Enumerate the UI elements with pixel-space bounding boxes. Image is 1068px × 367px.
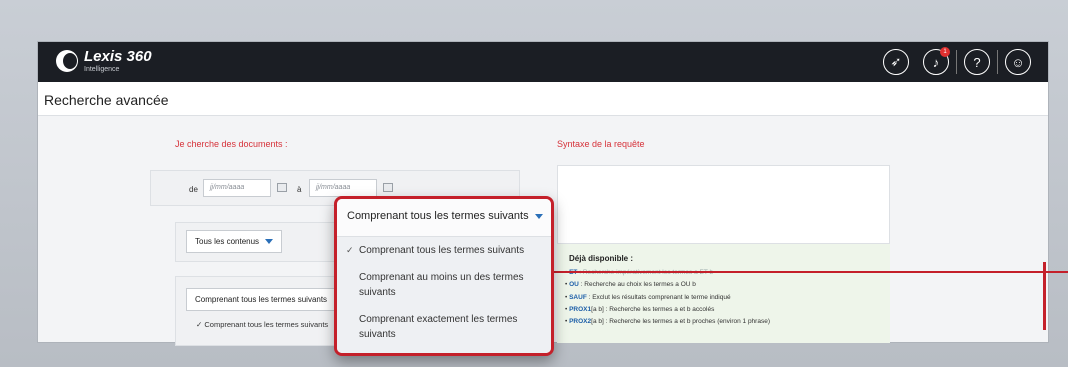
terms-option-behind-label: Comprenant tous les termes suivants: [204, 320, 329, 329]
check-icon: ✓: [346, 245, 354, 255]
top-icons-group: ➶ ♪ 1 ? ☺: [876, 47, 1038, 75]
help-line: • PROX1[a b] : Recherche les termes a et…: [565, 306, 715, 313]
content-type-select[interactable]: Tous les contenus: [186, 230, 283, 253]
highlight-callout-edge: [1043, 262, 1046, 330]
help-icon[interactable]: ?: [964, 49, 990, 75]
search-section-label: Je cherche des documents :: [175, 139, 288, 149]
date-to-input[interactable]: jj/mm/aaaa: [309, 179, 377, 197]
calendar-icon[interactable]: [383, 183, 393, 192]
terms-option-behind: ✓ Comprenant tous les termes suivants: [196, 320, 329, 329]
calendar-icon[interactable]: [277, 183, 287, 192]
help-text: [a b] : Recherche les termes a et b acco…: [591, 306, 715, 313]
brand-subtitle: Intelligence: [84, 66, 120, 73]
divider: [956, 50, 957, 74]
help-line: • SAUF : Exclut les résultats comprenant…: [565, 294, 731, 301]
dropdown-selected-label: Comprenant tous les termes suivants: [347, 210, 529, 222]
page-title: Recherche avancée: [44, 92, 169, 108]
dropdown-option-label: Comprenant tous les termes suivants: [359, 245, 525, 256]
terms-select[interactable]: Comprenant tous les termes suivants: [186, 288, 346, 311]
logo-mark-icon: [56, 50, 78, 72]
help-text: [a b] : Recherche les termes a et b proc…: [591, 318, 770, 325]
content-type-value: Tous les contenus: [195, 237, 260, 246]
date-from-input[interactable]: jj/mm/aaaa: [203, 179, 271, 197]
dropdown-options: ✓ Comprenant tous les termes suivants Co…: [337, 237, 551, 353]
help-line: • PROX2[a b] : Recherche les termes a et…: [565, 318, 770, 325]
chevron-down-icon: [534, 213, 543, 219]
lexis-logo[interactable]: Lexis 360 Intelligence: [56, 49, 152, 73]
help-op: SAUF: [569, 294, 587, 301]
date-to-label: à: [297, 185, 302, 194]
chevron-down-icon: [265, 239, 274, 245]
user-icon[interactable]: ☺: [1005, 49, 1031, 75]
help-text: : Recherche au choix les termes a OU b: [578, 281, 696, 288]
available-title: Déjà disponible :: [569, 254, 634, 263]
help-text: : Exclut les résultats comprenant le ter…: [586, 294, 731, 301]
dropdown-option-label: Comprenant au moins un des termes suivan…: [359, 272, 524, 298]
highlight-callout-line: [554, 271, 1068, 273]
rocket-icon[interactable]: ➶: [883, 49, 909, 75]
dropdown-option-all-terms[interactable]: ✓ Comprenant tous les termes suivants: [337, 237, 551, 264]
dropdown-option-exact-terms[interactable]: Comprenant exactement les termes suivant…: [337, 306, 551, 348]
top-navbar: Lexis 360 Intelligence ➶ ♪ 1 ? ☺: [38, 42, 1048, 82]
help-op: OU: [569, 281, 579, 288]
syntax-section-label: Syntaxe de la requête: [557, 139, 645, 149]
available-operators-box: Déjà disponible : • ET : Recherche impér…: [557, 243, 890, 343]
bell-icon[interactable]: ♪ 1: [923, 47, 950, 75]
help-op: PROX2: [569, 318, 592, 325]
dropdown-option-any-terms[interactable]: Comprenant au moins un des termes suivan…: [337, 264, 551, 306]
divider: [997, 50, 998, 74]
dropdown-selected[interactable]: Comprenant tous les termes suivants: [337, 199, 551, 237]
help-op: PROX1: [569, 306, 592, 313]
screenshot-frame: Lexis 360 Intelligence ➶ ♪ 1 ? ☺ Recherc…: [0, 0, 1068, 367]
terms-dropdown-popup[interactable]: Comprenant tous les termes suivants ✓ Co…: [334, 196, 554, 356]
date-from-label: de: [189, 185, 198, 194]
brand-name: Lexis 360: [84, 48, 152, 65]
notification-badge: 1: [940, 47, 950, 57]
page-header: Recherche avancée: [38, 82, 1048, 116]
dropdown-option-label: Comprenant exactement les termes suivant…: [359, 314, 518, 340]
help-line: • OU : Recherche au choix les termes a O…: [565, 281, 696, 288]
